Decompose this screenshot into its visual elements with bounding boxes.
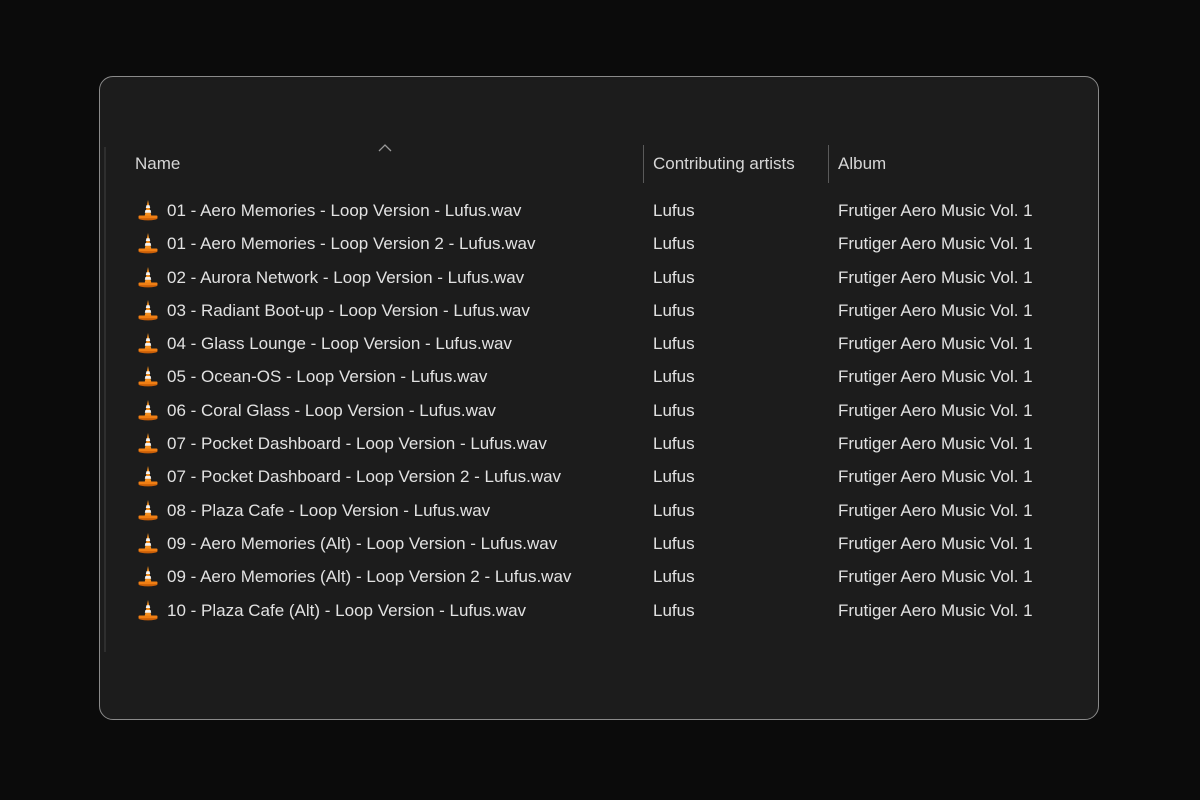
- column-header-row: Name Contributing artists Album: [100, 145, 1098, 183]
- file-row[interactable]: 06 - Coral Glass - Loop Version - Lufus.…: [100, 394, 1098, 427]
- file-album: Frutiger Aero Music Vol. 1: [838, 300, 1033, 320]
- file-name: 01 - Aero Memories - Loop Version 2 - Lu…: [167, 234, 536, 254]
- file-name: 02 - Aurora Network - Loop Version - Luf…: [167, 267, 525, 287]
- vlc-cone-icon: [138, 566, 158, 587]
- vlc-cone-icon: [138, 266, 158, 287]
- file-row[interactable]: 02 - Aurora Network - Loop Version - Luf…: [100, 261, 1098, 294]
- vlc-cone-icon: [138, 599, 158, 620]
- file-contributing-artist: Lufus: [653, 434, 695, 454]
- file-contributing-artist: Lufus: [653, 334, 695, 354]
- file-row[interactable]: 04 - Glass Lounge - Loop Version - Lufus…: [100, 327, 1098, 360]
- file-row[interactable]: 03 - Radiant Boot-up - Loop Version - Lu…: [100, 294, 1098, 327]
- file-contributing-artist: Lufus: [653, 300, 695, 320]
- vlc-cone-icon: [138, 466, 158, 487]
- file-contributing-artist: Lufus: [653, 567, 695, 587]
- column-divider[interactable]: [643, 145, 644, 183]
- file-album: Frutiger Aero Music Vol. 1: [838, 600, 1033, 620]
- file-album: Frutiger Aero Music Vol. 1: [838, 567, 1033, 587]
- file-list-window: Name Contributing artists Album 01 - Aer…: [99, 76, 1099, 720]
- file-name: 06 - Coral Glass - Loop Version - Lufus.…: [167, 400, 496, 420]
- vlc-cone-icon: [138, 499, 158, 521]
- vlc-cone-icon: [138, 233, 158, 254]
- vlc-cone-icon: [138, 532, 158, 554]
- file-album: Frutiger Aero Music Vol. 1: [838, 267, 1033, 287]
- file-album: Frutiger Aero Music Vol. 1: [838, 467, 1033, 487]
- file-name: 07 - Pocket Dashboard - Loop Version 2 -…: [167, 467, 562, 487]
- vlc-cone-icon: [138, 399, 158, 421]
- file-name: 01 - Aero Memories - Loop Version - Lufu…: [167, 201, 522, 220]
- file-album: Frutiger Aero Music Vol. 1: [838, 367, 1033, 387]
- file-contributing-artist: Lufus: [653, 234, 695, 254]
- vlc-cone-icon: [138, 433, 158, 454]
- file-name: 04 - Glass Lounge - Loop Version - Lufus…: [167, 334, 512, 354]
- file-contributing-artist: Lufus: [653, 400, 695, 420]
- file-name: 07 - Pocket Dashboard - Loop Version - L…: [167, 434, 547, 454]
- file-list: 01 - Aero Memories - Loop Version - Lufu…: [100, 194, 1098, 627]
- file-row[interactable]: 09 - Aero Memories (Alt) - Loop Version …: [100, 560, 1098, 593]
- file-row[interactable]: 07 - Pocket Dashboard - Loop Version 2 -…: [100, 460, 1098, 493]
- file-album: Frutiger Aero Music Vol. 1: [838, 434, 1033, 454]
- file-name: 08 - Plaza Cafe - Loop Version - Lufus.w…: [167, 500, 491, 520]
- file-contributing-artist: Lufus: [653, 500, 695, 520]
- file-name: 10 - Plaza Cafe (Alt) - Loop Version - L…: [167, 600, 527, 620]
- column-header-contributing-artists[interactable]: Contributing artists: [653, 145, 823, 183]
- file-row[interactable]: 07 - Pocket Dashboard - Loop Version - L…: [100, 427, 1098, 460]
- column-header-album[interactable]: Album: [838, 145, 1078, 183]
- column-header-name[interactable]: Name: [135, 145, 640, 183]
- file-name: 09 - Aero Memories (Alt) - Loop Version …: [167, 533, 558, 553]
- column-divider[interactable]: [828, 145, 829, 183]
- vlc-cone-icon: [138, 366, 158, 387]
- vlc-cone-icon: [138, 333, 158, 354]
- file-album: Frutiger Aero Music Vol. 1: [838, 533, 1033, 553]
- file-album: Frutiger Aero Music Vol. 1: [838, 400, 1033, 420]
- file-contributing-artist: Lufus: [653, 367, 695, 387]
- file-row[interactable]: 09 - Aero Memories (Alt) - Loop Version …: [100, 527, 1098, 560]
- file-contributing-artist: Lufus: [653, 600, 695, 620]
- file-album: Frutiger Aero Music Vol. 1: [838, 334, 1033, 354]
- file-row[interactable]: 01 - Aero Memories - Loop Version 2 - Lu…: [100, 227, 1098, 260]
- file-contributing-artist: Lufus: [653, 201, 695, 220]
- file-contributing-artist: Lufus: [653, 533, 695, 553]
- file-album: Frutiger Aero Music Vol. 1: [838, 234, 1033, 254]
- file-name: 03 - Radiant Boot-up - Loop Version - Lu…: [167, 300, 530, 320]
- file-contributing-artist: Lufus: [653, 467, 695, 487]
- file-album: Frutiger Aero Music Vol. 1: [838, 500, 1033, 520]
- file-album: Frutiger Aero Music Vol. 1: [838, 201, 1033, 220]
- file-row[interactable]: 05 - Ocean-OS - Loop Version - Lufus.wav…: [100, 360, 1098, 393]
- file-row[interactable]: 01 - Aero Memories - Loop Version - Lufu…: [100, 194, 1098, 227]
- file-name: 05 - Ocean-OS - Loop Version - Lufus.wav: [167, 367, 488, 387]
- file-name: 09 - Aero Memories (Alt) - Loop Version …: [167, 567, 572, 587]
- file-row[interactable]: 10 - Plaza Cafe (Alt) - Loop Version - L…: [100, 594, 1098, 627]
- file-row[interactable]: 08 - Plaza Cafe - Loop Version - Lufus.w…: [100, 494, 1098, 527]
- vlc-cone-icon: [138, 299, 158, 321]
- file-contributing-artist: Lufus: [653, 267, 695, 287]
- vlc-cone-icon: [138, 200, 158, 221]
